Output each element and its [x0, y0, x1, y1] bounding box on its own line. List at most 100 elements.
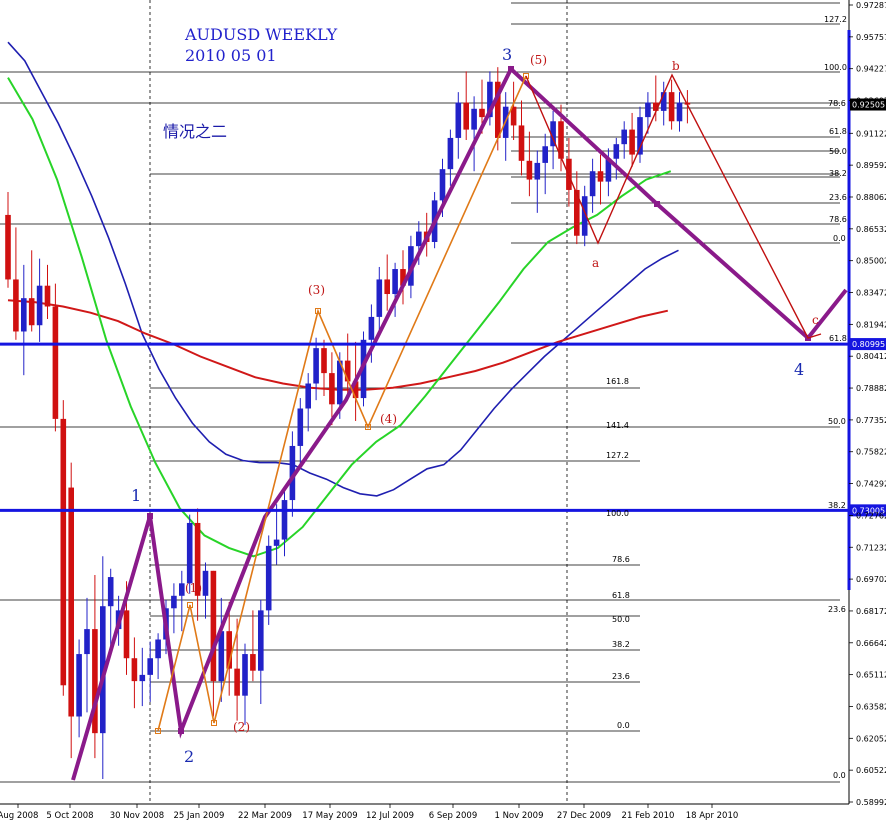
fib-label: 78.6 [828, 99, 846, 108]
y-tick-label: 0.71232 [856, 543, 886, 552]
candle-body [676, 102, 683, 122]
candle-body [321, 348, 327, 374]
y-tick-label: 0.68172 [856, 607, 886, 616]
y-tick-label: 0.77352 [856, 416, 886, 425]
candle-body [179, 583, 185, 596]
current-price-label: 0.92505 [852, 101, 885, 110]
y-tick-label: 0.65112 [856, 671, 886, 680]
candle-body [463, 102, 469, 130]
chart-canvas: 127.2 100.0 78.6 61.8 50.0 38.2 23.6 78.6 0.0 61.… [0, 0, 886, 821]
x-tick-label: Aug 2008 [0, 811, 38, 821]
x-tick-label: 5 Oct 2008 [46, 811, 93, 821]
candle-body [384, 279, 390, 295]
candle-body [629, 129, 635, 155]
y-tick-label: 0.66642 [856, 639, 886, 648]
wave-pivot-marker [147, 513, 153, 519]
y-tick-label: 0.81942 [856, 320, 886, 329]
x-tick-label: 18 Apr 2010 [686, 811, 739, 821]
sub-wave-label: (2) [233, 720, 250, 734]
chart-title: AUDUSD WEEKLY [184, 25, 338, 44]
candle-body [471, 108, 477, 130]
main-wave-label: 2 [184, 747, 194, 766]
y-tick-label: 0.75822 [856, 448, 886, 457]
wave-pivot-marker [178, 728, 184, 734]
y-tick-label: 0.62052 [856, 734, 886, 743]
candle-body [534, 162, 541, 180]
main-wave-line [71, 65, 848, 781]
candle-body [621, 129, 627, 145]
candle-body [613, 144, 620, 159]
main-wave-label: 1 [131, 486, 141, 505]
x-tick-label: 27 Dec 2009 [557, 811, 611, 821]
candle-body [44, 285, 51, 307]
candle-body [131, 658, 138, 682]
fib-label: 100.0 [824, 63, 847, 72]
candle-body [210, 570, 217, 682]
fib-label: 38.2 [828, 501, 846, 510]
fib-label: 61.8 [829, 334, 847, 343]
y-tick-label: 0.88062 [856, 193, 886, 202]
fib-label: 23.6 [612, 672, 630, 681]
candle-body [597, 171, 604, 182]
candle-body [36, 285, 43, 326]
fib-label: 0.0 [617, 721, 630, 730]
fib-label: 0.0 [833, 771, 846, 780]
sub-wave-label: a [592, 256, 599, 270]
candle-body [376, 279, 383, 317]
y-tick-label: 0.58992 [856, 798, 886, 807]
main-wave-label: 4 [794, 360, 804, 379]
fib-label: 100.0 [606, 509, 629, 518]
fib-label: 127.2 [606, 451, 629, 460]
candle-body [202, 570, 209, 596]
candle-body [5, 214, 11, 280]
sub-wave-label: (3) [308, 283, 325, 297]
sub-wave-label: (1) [185, 581, 202, 595]
candle-body [518, 125, 525, 161]
fib-label: 38.2 [612, 640, 630, 649]
y-tick-label: 0.69702 [856, 575, 886, 584]
fib-label: 78.6 [612, 555, 630, 564]
x-tick-label: 17 May 2009 [302, 811, 357, 821]
candle-body [107, 577, 114, 607]
y-tick-label: 0.94227 [856, 65, 886, 74]
sub-wave-label: c [812, 313, 819, 327]
fib-label: 61.8 [612, 591, 630, 600]
y-tick-label: 0.97287 [856, 1, 886, 10]
fib-label: 23.6 [829, 193, 847, 202]
sub-wave-label: (5) [530, 53, 547, 67]
candle-body [542, 146, 548, 163]
fib-label: 127.2 [824, 15, 847, 24]
y-tick-label: 0.80412 [856, 352, 886, 361]
main-wave-label: 3 [502, 45, 512, 64]
x-tick-label: 25 Jan 2009 [174, 811, 225, 821]
candle-body [439, 169, 446, 201]
scenario-note: 情况之二 [163, 122, 227, 141]
candle-body [68, 487, 74, 717]
fib-label: 141.4 [606, 421, 629, 430]
candle-body [668, 92, 675, 122]
y-tick-label: 0.83472 [856, 289, 886, 298]
candle-body [392, 269, 398, 295]
fib-label: 23.6 [828, 605, 846, 614]
moving-averages [7, 41, 679, 558]
fib-label: 38.2 [829, 169, 847, 178]
y-tick-label: 0.86532 [856, 225, 886, 234]
sub-wave-label: (4) [380, 412, 397, 426]
level-price-label: 0.80995 [852, 340, 885, 349]
y-tick-label: 0.85002 [856, 257, 886, 266]
candle-body [76, 654, 82, 717]
x-tick-label: 22 Mar 2009 [238, 811, 292, 821]
wave-pivot-marker [508, 66, 514, 72]
candle-body [155, 639, 161, 659]
candle-body [84, 629, 90, 655]
wave-pivot-marker [654, 201, 660, 207]
y-tick-label: 0.74292 [856, 480, 886, 489]
x-tick-label: 30 Nov 2008 [110, 811, 164, 821]
candle-body [13, 279, 19, 332]
candle-body [147, 658, 153, 675]
candle-body [455, 102, 462, 138]
candle-body [281, 500, 288, 540]
candle-body [313, 348, 319, 384]
candle-body [28, 298, 35, 326]
y-tick-label: 0.63582 [856, 702, 886, 711]
